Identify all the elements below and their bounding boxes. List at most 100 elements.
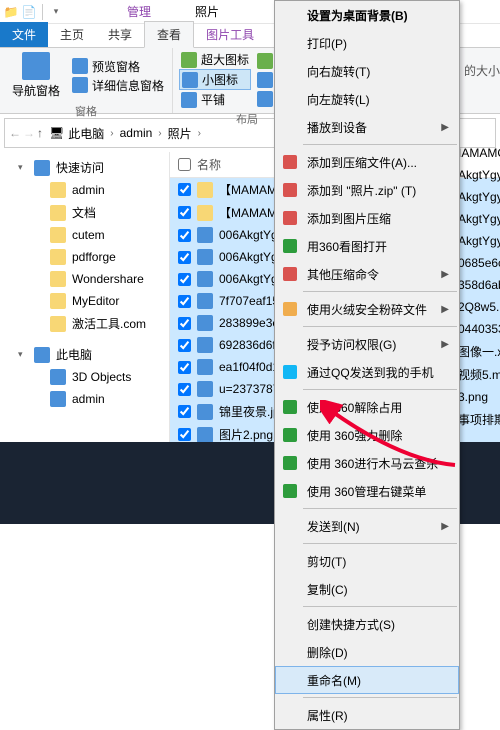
tab-file[interactable]: 文件	[0, 22, 48, 47]
crumb-this-pc[interactable]: 🖥 此电脑	[45, 123, 108, 144]
file-checkbox[interactable]	[178, 317, 191, 330]
menu-item-icon	[283, 267, 297, 281]
menu-item[interactable]: 使用 360强力删除	[275, 421, 459, 449]
sidebar-item[interactable]: MyEditor	[0, 290, 169, 312]
sidebar-this-pc[interactable]: ▾此电脑	[0, 343, 169, 366]
sidebar-item-label: Wondershare	[72, 272, 144, 286]
column-name[interactable]: 名称	[197, 156, 221, 173]
sidebar-item[interactable]: cutem	[0, 224, 169, 246]
nav-pane-label: 导航窗格	[12, 82, 60, 99]
file-checkbox[interactable]	[178, 183, 191, 196]
chevron-right-icon[interactable]: ›	[158, 128, 161, 139]
menu-item-label: 添加到 "照片.zip" (T)	[307, 182, 449, 199]
chevron-right-icon[interactable]: ›	[110, 128, 113, 139]
nav-sidebar: ▾快速访问 admin文档cutempdfforgeWondershareMyE…	[0, 152, 170, 476]
sidebar-item[interactable]: admin	[0, 388, 169, 410]
preview-pane-icon	[72, 58, 88, 74]
menu-item[interactable]: 剪切(T)	[275, 547, 459, 575]
folder-icon	[50, 369, 66, 385]
file-name: 04403534a	[458, 322, 500, 336]
menu-item[interactable]: 重命名(M)	[275, 666, 459, 694]
menu-item[interactable]: 使用 360进行木马云查杀	[275, 449, 459, 477]
menu-item-label: 删除(D)	[307, 644, 449, 661]
menu-item[interactable]: 创建快捷方式(S)	[275, 610, 459, 638]
tiles-icon	[181, 92, 197, 108]
file-name: 3.png	[458, 390, 488, 404]
nav-pane-button[interactable]: 导航窗格	[6, 50, 66, 101]
submenu-arrow-icon: ▶	[441, 521, 449, 532]
sidebar-item[interactable]: admin	[0, 179, 169, 201]
sidebar-item-label: cutem	[72, 228, 105, 242]
menu-item[interactable]: 使用 360解除占用	[275, 393, 459, 421]
submenu-arrow-icon: ▶	[441, 304, 449, 315]
menu-item[interactable]: 发送到(N)▶	[275, 512, 459, 540]
up-icon[interactable]: ↑	[37, 126, 43, 140]
folder-icon	[50, 271, 66, 287]
menu-item[interactable]: 打印(P)	[275, 29, 459, 57]
menu-item[interactable]: 删除(D)	[275, 638, 459, 666]
menu-item[interactable]: 通过QQ发送到我的手机	[275, 358, 459, 386]
select-all-checkbox[interactable]	[178, 156, 191, 173]
menu-item[interactable]: 复制(C)	[275, 575, 459, 603]
file-checkbox[interactable]	[178, 273, 191, 286]
crumb-folder[interactable]: 照片	[164, 123, 196, 144]
sidebar-item[interactable]: 文档	[0, 201, 169, 224]
menu-item[interactable]: 设置为桌面背景(B)	[275, 1, 459, 29]
forward-icon[interactable]: →	[23, 126, 35, 140]
details-pane-button[interactable]: 详细信息窗格	[70, 76, 166, 95]
sidebar-item[interactable]: 3D Objects	[0, 366, 169, 388]
tab-home[interactable]: 主页	[48, 22, 96, 47]
menu-item[interactable]: 使用 360管理右键菜单	[275, 477, 459, 505]
submenu-arrow-icon: ▶	[441, 339, 449, 350]
sidebar-item[interactable]: Wondershare	[0, 268, 169, 290]
tiles-button[interactable]: 平铺	[179, 90, 251, 109]
menu-item[interactable]: 使用火绒安全粉碎文件 ▶	[275, 295, 459, 323]
sidebar-item[interactable]: pdfforge	[0, 246, 169, 268]
file-checkbox[interactable]	[178, 361, 191, 374]
small-icons-button[interactable]: 小图标	[179, 69, 251, 90]
file-checkbox[interactable]	[178, 206, 191, 219]
tab-picture-tools[interactable]: 图片工具	[194, 22, 266, 47]
menu-item[interactable]: 属性(R)	[275, 701, 459, 729]
file-checkbox[interactable]	[178, 428, 191, 441]
folder-icon: 📁	[4, 5, 18, 19]
file-checkbox[interactable]	[178, 229, 191, 242]
crumb-user[interactable]: admin	[116, 124, 157, 142]
preview-pane-button[interactable]: 预览窗格	[70, 57, 166, 76]
file-checkbox[interactable]	[178, 251, 191, 264]
new-doc-icon[interactable]: 📄	[22, 5, 36, 19]
tab-share[interactable]: 共享	[96, 22, 144, 47]
qat-dropdown-icon[interactable]: ▾	[49, 5, 63, 19]
menu-item-label: 使用 360管理右键菜单	[307, 483, 449, 500]
file-icon	[197, 227, 213, 243]
menu-item-icon	[283, 456, 297, 470]
details-pane-icon	[72, 77, 88, 93]
menu-item[interactable]: 用360看图打开	[275, 232, 459, 260]
file-checkbox[interactable]	[178, 339, 191, 352]
sidebar-item-label: admin	[72, 392, 105, 406]
xl-icons-button[interactable]: 超大图标	[179, 50, 251, 69]
sidebar-quick-access[interactable]: ▾快速访问	[0, 156, 169, 179]
menu-item[interactable]: 添加到图片压缩	[275, 204, 459, 232]
xl-icons-icon	[181, 52, 197, 68]
file-checkbox[interactable]	[178, 383, 191, 396]
sidebar-item[interactable]: 激活工具.com	[0, 312, 169, 335]
menu-item[interactable]: 添加到压缩文件(A)...	[275, 148, 459, 176]
menu-item[interactable]: 授予访问权限(G)▶	[275, 330, 459, 358]
menu-item[interactable]: 播放到设备▶	[275, 113, 459, 141]
chevron-right-icon[interactable]: ›	[198, 128, 201, 139]
menu-item-label: 使用火绒安全粉碎文件	[307, 301, 433, 318]
menu-item-label: 向右旋转(T)	[307, 63, 449, 80]
menu-item-icon	[283, 365, 297, 379]
file-checkbox[interactable]	[178, 295, 191, 308]
tab-view[interactable]: 查看	[144, 21, 194, 48]
menu-item[interactable]: 向右旋转(T)	[275, 57, 459, 85]
file-checkbox[interactable]	[178, 405, 191, 418]
menu-item-label: 添加到压缩文件(A)...	[307, 154, 449, 171]
menu-item[interactable]: 其他压缩命令▶	[275, 260, 459, 288]
file-name: 图片2.png	[219, 426, 273, 443]
menu-item[interactable]: 向左旋转(L)	[275, 85, 459, 113]
back-icon[interactable]: ←	[9, 126, 21, 140]
menu-item-label: 播放到设备	[307, 119, 433, 136]
menu-item[interactable]: 添加到 "照片.zip" (T)	[275, 176, 459, 204]
